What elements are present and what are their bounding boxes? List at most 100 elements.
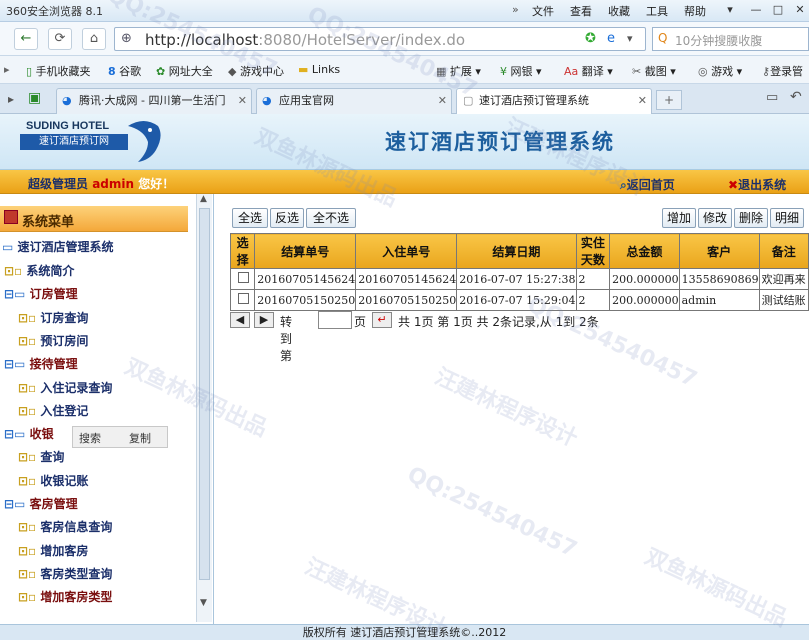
url-text: http://localhost:8080/HotelServer/index.… <box>145 31 465 49</box>
column-header[interactable]: 实住天数 <box>575 233 611 269</box>
column-header[interactable]: 结算日期 <box>456 233 577 269</box>
sidebar-item[interactable]: ⊟▭ 订房管理 <box>4 285 78 302</box>
column-header[interactable]: 客户 <box>678 233 760 269</box>
sidebar-item[interactable]: ⊡▫ 增加客房类型 <box>18 588 112 605</box>
menu-tools[interactable]: 工具 <box>646 3 668 19</box>
next-page-button[interactable]: ▶ <box>254 312 274 328</box>
sidebar-item[interactable]: ⊟▭ 客房管理 <box>4 495 78 512</box>
column-header[interactable]: 备注 <box>758 233 809 269</box>
detail-button[interactable]: 明细 <box>770 208 804 228</box>
toolbar-games[interactable]: ◎ 游戏 ▾ <box>698 63 742 79</box>
column-header[interactable]: 选择 <box>229 233 256 269</box>
bookmark-mobile[interactable]: ▯ 手机收藏夹 <box>26 63 91 79</box>
minimize-icon[interactable]: — <box>748 2 764 18</box>
menu-view[interactable]: 查看 <box>570 3 592 19</box>
address-bar[interactable]: ⊕ http://localhost:8080/HotelServer/inde… <box>114 27 646 51</box>
table-cell: 20160705150250 <box>254 289 357 311</box>
footer: 版权所有 速订酒店预订管理系统©..2012 <box>0 624 809 640</box>
tab-tencent[interactable]: ◕ 腾讯·大成网 - 四川第一生活门 ✕ <box>56 88 252 114</box>
tab-close-icon[interactable]: ✕ <box>438 89 447 113</box>
dolphin-logo-icon <box>128 121 161 162</box>
scroll-up-icon[interactable]: ▲ <box>200 194 207 204</box>
scroll-thumb[interactable] <box>199 208 210 580</box>
row-checkbox[interactable] <box>238 293 249 304</box>
sidebar-item[interactable]: ⊡▫ 订房查询 <box>18 309 88 326</box>
invert-selection-button[interactable]: 反选 <box>270 208 304 228</box>
toolbar-screenshot[interactable]: ✂ 截图 ▾ <box>632 63 676 79</box>
sidebar-item[interactable]: ⊡▫ 预订房间 <box>18 332 88 349</box>
bookmark-sites[interactable]: ✿ 网址大全 <box>156 63 213 79</box>
toolbar-translate[interactable]: Aa 翻译 ▾ <box>564 63 613 79</box>
refresh-icon[interactable]: ⟳ <box>48 28 72 50</box>
page-number-input[interactable] <box>318 311 352 329</box>
delete-button[interactable]: 删除 <box>734 208 768 228</box>
sidebar-item[interactable]: ⊡▫ 查询 <box>18 448 64 465</box>
toolbar-login[interactable]: ⚷登录管 <box>762 63 803 79</box>
menu-file[interactable]: 文件 <box>532 3 554 19</box>
browser-title-bar: 360安全浏览器 8.1 » 文件 查看 收藏 工具 帮助 ▾ — □ ✕ <box>0 0 809 22</box>
undo-close-icon[interactable]: ↶ <box>790 89 802 105</box>
tab-hotel-system[interactable]: ▢ 速订酒店预订管理系统 ✕ <box>456 88 652 114</box>
bookmark-links[interactable]: ▬ Links <box>298 63 340 76</box>
menu-more-icon[interactable]: » <box>512 3 519 16</box>
url-path: :8080/HotelServer/index.do <box>258 31 466 49</box>
table-row[interactable]: 20160705150250 20160705150250 2016-07-07 1… <box>229 289 809 311</box>
prev-page-button[interactable]: ◀ <box>230 312 250 328</box>
translate-icon: Aa <box>564 65 579 78</box>
search-box[interactable]: Q 10分钟搜腰收腹 <box>652 27 809 51</box>
column-header[interactable]: 入住单号 <box>355 233 458 269</box>
close-icon[interactable]: ✕ <box>792 2 808 18</box>
maximize-icon[interactable]: □ <box>770 2 786 18</box>
select-all-button[interactable]: 全选 <box>232 208 268 228</box>
sidebar-item[interactable]: ⊡▫ 入住登记 <box>18 402 88 419</box>
sidebar-item[interactable]: ⊡▫ 客房信息查询 <box>18 518 112 535</box>
sidebar-item[interactable]: ⊡▫ 系统简介 <box>4 262 74 279</box>
menu-help[interactable]: 帮助 <box>684 3 706 19</box>
folder-icon: ⊟▭ <box>4 497 30 511</box>
sidebar-item[interactable]: ⊡▫ 增加客房 <box>18 542 88 559</box>
new-tab-button[interactable]: + <box>656 90 682 110</box>
select-none-button[interactable]: 全不选 <box>306 208 356 228</box>
tree-root[interactable]: ▭ 速订酒店管理系统 <box>2 238 114 255</box>
sidebar-toggle-icon[interactable]: ▸ <box>8 92 14 106</box>
add-button[interactable]: 增加 <box>662 208 696 228</box>
toolbar-extensions[interactable]: ▦ 扩展 ▾ <box>436 63 481 79</box>
menu-favorites[interactable]: 收藏 <box>608 3 630 19</box>
sidebar-item[interactable]: ⊟▭ 收银 <box>4 425 54 442</box>
exit-link[interactable]: ✖退出系统 <box>728 176 786 193</box>
speed-icon[interactable]: ✪ <box>585 31 596 46</box>
back-icon[interactable]: ← <box>14 28 38 50</box>
go-page-button[interactable]: ↵ <box>372 312 392 328</box>
sidebar-scrollbar[interactable]: ▲ ▼ <box>196 194 212 622</box>
tab-close-icon[interactable]: ✕ <box>238 89 247 113</box>
sidebar-item[interactable]: ⊡▫ 收银记账 <box>18 472 88 489</box>
sidebar-item[interactable]: ⊟▭ 接待管理 <box>4 355 78 372</box>
column-header[interactable]: 结算单号 <box>254 233 357 269</box>
favorites-icon[interactable]: ▣ <box>28 90 41 106</box>
bookmark-arrow-icon[interactable]: ▸ <box>4 63 10 76</box>
document-icon: ⊡▫ <box>4 264 27 278</box>
popup-copy[interactable]: 复制 <box>129 430 151 446</box>
bookmark-google[interactable]: 8 谷歌 <box>108 63 141 79</box>
user-bar: 超级管理员 admin 您好！ ⌕返回首页 ✖退出系统 <box>0 170 809 194</box>
sidebar-item[interactable]: ⊡▫ 客房类型查询 <box>18 565 112 582</box>
home-icon[interactable]: ⌂ <box>82 28 106 50</box>
home-link[interactable]: ⌕返回首页 <box>620 176 675 193</box>
search-engine-icon[interactable]: Q <box>658 31 667 45</box>
tab-yingyongbao[interactable]: ◕ 应用宝官网 ✕ <box>256 88 452 114</box>
table-row[interactable]: 20160705145624 20160705145624 2016-07-07 1… <box>229 268 809 290</box>
bookmark-games[interactable]: ◆ 游戏中心 <box>228 63 284 79</box>
popup-search[interactable]: 搜索 <box>79 430 101 446</box>
sidebar-item[interactable]: ⊡▫ 入住记录查询 <box>18 379 112 396</box>
edit-button[interactable]: 修改 <box>698 208 732 228</box>
tab-list-icon[interactable]: ▭ <box>766 90 778 105</box>
toolbar-bank[interactable]: ¥ 网银 ▾ <box>500 63 542 79</box>
row-checkbox[interactable] <box>238 272 249 283</box>
logo-chinese: 速订酒店预订网 <box>20 134 128 150</box>
scroll-down-icon[interactable]: ▼ <box>200 598 207 608</box>
ie-mode-icon[interactable]: e <box>607 31 615 46</box>
tab-close-icon[interactable]: ✕ <box>638 89 647 113</box>
url-dropdown-icon[interactable]: ▾ <box>627 32 633 45</box>
skin-icon[interactable]: ▾ <box>722 2 738 18</box>
column-header[interactable]: 总金额 <box>609 233 680 269</box>
